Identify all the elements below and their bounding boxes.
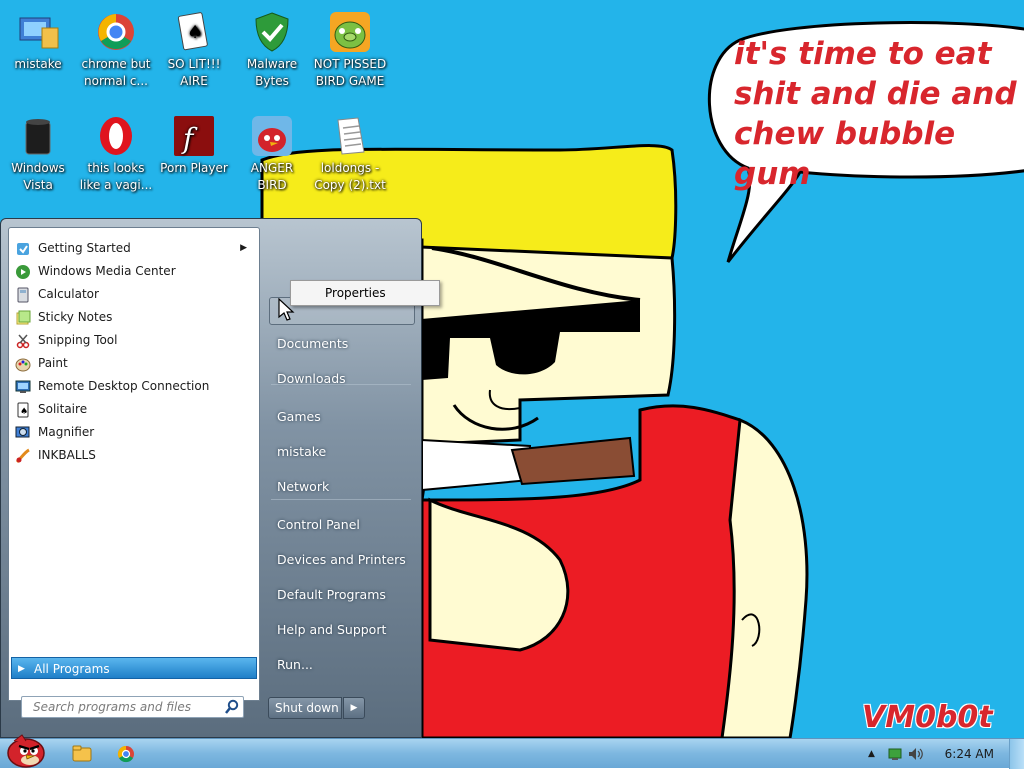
- program-item[interactable]: ♠ Solitaire: [11, 398, 257, 421]
- desktop-icon[interactable]: NOT PISSED BIRD GAME: [312, 6, 388, 90]
- inkball-icon: [15, 448, 30, 464]
- start-menu-link[interactable]: Games: [269, 406, 417, 428]
- search-icon: [225, 699, 239, 714]
- taskbar: ▲ 6:24 AM: [0, 734, 1024, 769]
- desktop-icon-label: chrome but normal c...: [81, 57, 151, 88]
- speech-bubble-text: it's time to eat shit and die and chew b…: [734, 36, 1017, 192]
- programs-list: Getting Started ▶ Windows Media Center Calc…: [8, 227, 260, 701]
- remote-desktop-icon: [15, 380, 31, 393]
- start-menu-link[interactable]: Devices and Printers: [269, 549, 417, 571]
- chrome-icon: [98, 14, 134, 50]
- context-menu-item-properties[interactable]: Properties: [293, 283, 437, 303]
- media-center-icon: [16, 265, 30, 279]
- calculator-icon: [17, 287, 29, 303]
- program-item-label: Paint: [38, 356, 68, 370]
- desktop-icon-label: SO LIT!!! AIRE: [167, 57, 221, 88]
- desktop-icon-label: NOT PISSED BIRD GAME: [313, 57, 387, 88]
- start-menu-link[interactable]: Default Programs: [269, 584, 417, 606]
- opera-icon: [100, 117, 132, 155]
- pig-icon: [330, 12, 370, 52]
- solitaire-icon: ♠: [17, 402, 29, 418]
- program-item[interactable]: Remote Desktop Connection: [11, 375, 257, 398]
- start-menu-link[interactable]: Network: [269, 476, 417, 498]
- program-item[interactable]: Getting Started ▶: [11, 237, 257, 260]
- monitor-folder-icon: [19, 17, 59, 49]
- desktop-icon-label: ANGER BIRD: [250, 161, 294, 192]
- volume-icon[interactable]: [908, 747, 924, 761]
- menu-separator: [271, 499, 411, 500]
- sticky-notes-icon: [16, 310, 31, 325]
- angry-bird-icon: [252, 116, 292, 156]
- start-menu-link[interactable]: Run...: [269, 654, 417, 676]
- desktop-icon-label: this looks like a vagi...: [79, 161, 153, 192]
- all-programs-button[interactable]: ▶ All Programs: [11, 657, 257, 679]
- program-item-label: Sticky Notes: [38, 310, 113, 324]
- program-item-label: Snipping Tool: [38, 333, 118, 347]
- paint-icon: [15, 358, 31, 372]
- desktop-icon[interactable]: ♠ SO LIT!!! AIRE: [156, 6, 232, 90]
- desktop-icon[interactable]: Malware Bytes: [234, 6, 310, 90]
- program-item[interactable]: Windows Media Center: [11, 260, 257, 283]
- program-item[interactable]: Calculator: [11, 283, 257, 306]
- chrome-icon[interactable]: [106, 743, 146, 765]
- start-menu-link[interactable]: Downloads: [269, 368, 417, 390]
- clock[interactable]: 6:24 AM: [945, 739, 994, 769]
- program-item-label: Getting Started: [38, 241, 131, 255]
- desktop-icon[interactable]: this looks like a vagi...: [78, 110, 154, 194]
- flash-icon: f: [174, 116, 214, 156]
- desktop-icon-label: Malware Bytes: [246, 57, 298, 88]
- desktop-icon[interactable]: chrome but normal c...: [78, 6, 154, 90]
- desktop-icon-label: mistake: [14, 57, 62, 71]
- submenu-arrow-icon: ▶: [240, 243, 247, 253]
- desktop-icon[interactable]: f Porn Player: [156, 110, 232, 177]
- shield-icon: [255, 12, 289, 52]
- start-button-angry-bird-icon[interactable]: [4, 729, 48, 769]
- program-item-label: Remote Desktop Connection: [38, 379, 210, 393]
- search-placeholder: Search programs and files: [33, 700, 191, 714]
- program-item-label: Windows Media Center: [38, 264, 176, 278]
- program-item-label: Calculator: [38, 287, 99, 301]
- program-item-label: Solitaire: [38, 402, 88, 416]
- desktop-icon[interactable]: ANGER BIRD: [234, 110, 310, 194]
- start-menu-link[interactable]: mistake: [269, 441, 417, 463]
- desktop-icon[interactable]: loldongs - Copy (2).txt: [312, 110, 388, 194]
- mouse-cursor-icon: [278, 298, 295, 321]
- network-icon[interactable]: [888, 747, 902, 761]
- program-item[interactable]: Snipping Tool: [11, 329, 257, 352]
- program-item[interactable]: Magnifier: [11, 421, 257, 444]
- start-menu-link[interactable]: Help and Support: [269, 619, 417, 641]
- desktop-icon-label: loldongs - Copy (2).txt: [314, 161, 386, 192]
- start-menu-link[interactable]: Documents: [269, 333, 417, 355]
- trash-icon: [25, 119, 51, 155]
- shutdown-options-arrow-icon[interactable]: ▶: [343, 697, 365, 719]
- menu-separator: [271, 384, 411, 385]
- show-desktop-button[interactable]: [1009, 739, 1024, 769]
- desktop-icon-label: Windows Vista: [11, 161, 65, 192]
- show-hidden-icons-icon[interactable]: ▲: [868, 739, 875, 769]
- program-item[interactable]: INKBALLS: [11, 444, 257, 467]
- program-item[interactable]: Sticky Notes: [11, 306, 257, 329]
- system-tray: ▲ 6:24 AM: [844, 739, 1024, 769]
- watermark-text: VM0b0t: [862, 700, 993, 735]
- desktop-icon-label: Porn Player: [160, 161, 228, 175]
- all-programs-label: All Programs: [34, 662, 110, 676]
- svg-text:♠: ♠: [187, 22, 203, 43]
- program-item-label: Magnifier: [38, 425, 95, 439]
- program-item[interactable]: Paint: [11, 352, 257, 375]
- solitaire-icon: ♠: [177, 12, 208, 51]
- context-menu: Properties: [290, 280, 440, 306]
- desktop-icon[interactable]: mistake: [0, 6, 76, 73]
- triangle-right-icon: ▶: [18, 664, 25, 674]
- start-menu-link[interactable]: Control Panel: [269, 514, 417, 536]
- explorer-folder-icon[interactable]: [62, 743, 102, 765]
- program-item-label: INKBALLS: [38, 448, 96, 462]
- desktop-icon[interactable]: Windows Vista: [0, 110, 76, 194]
- getting-started-icon: [17, 243, 29, 255]
- svg-text:♠: ♠: [20, 407, 28, 417]
- scissors-icon: [16, 334, 30, 349]
- text-file-icon: [337, 117, 365, 155]
- shutdown-button[interactable]: Shut down: [268, 697, 342, 719]
- search-input[interactable]: Search programs and files: [21, 696, 244, 718]
- magnifier-icon: [15, 426, 30, 438]
